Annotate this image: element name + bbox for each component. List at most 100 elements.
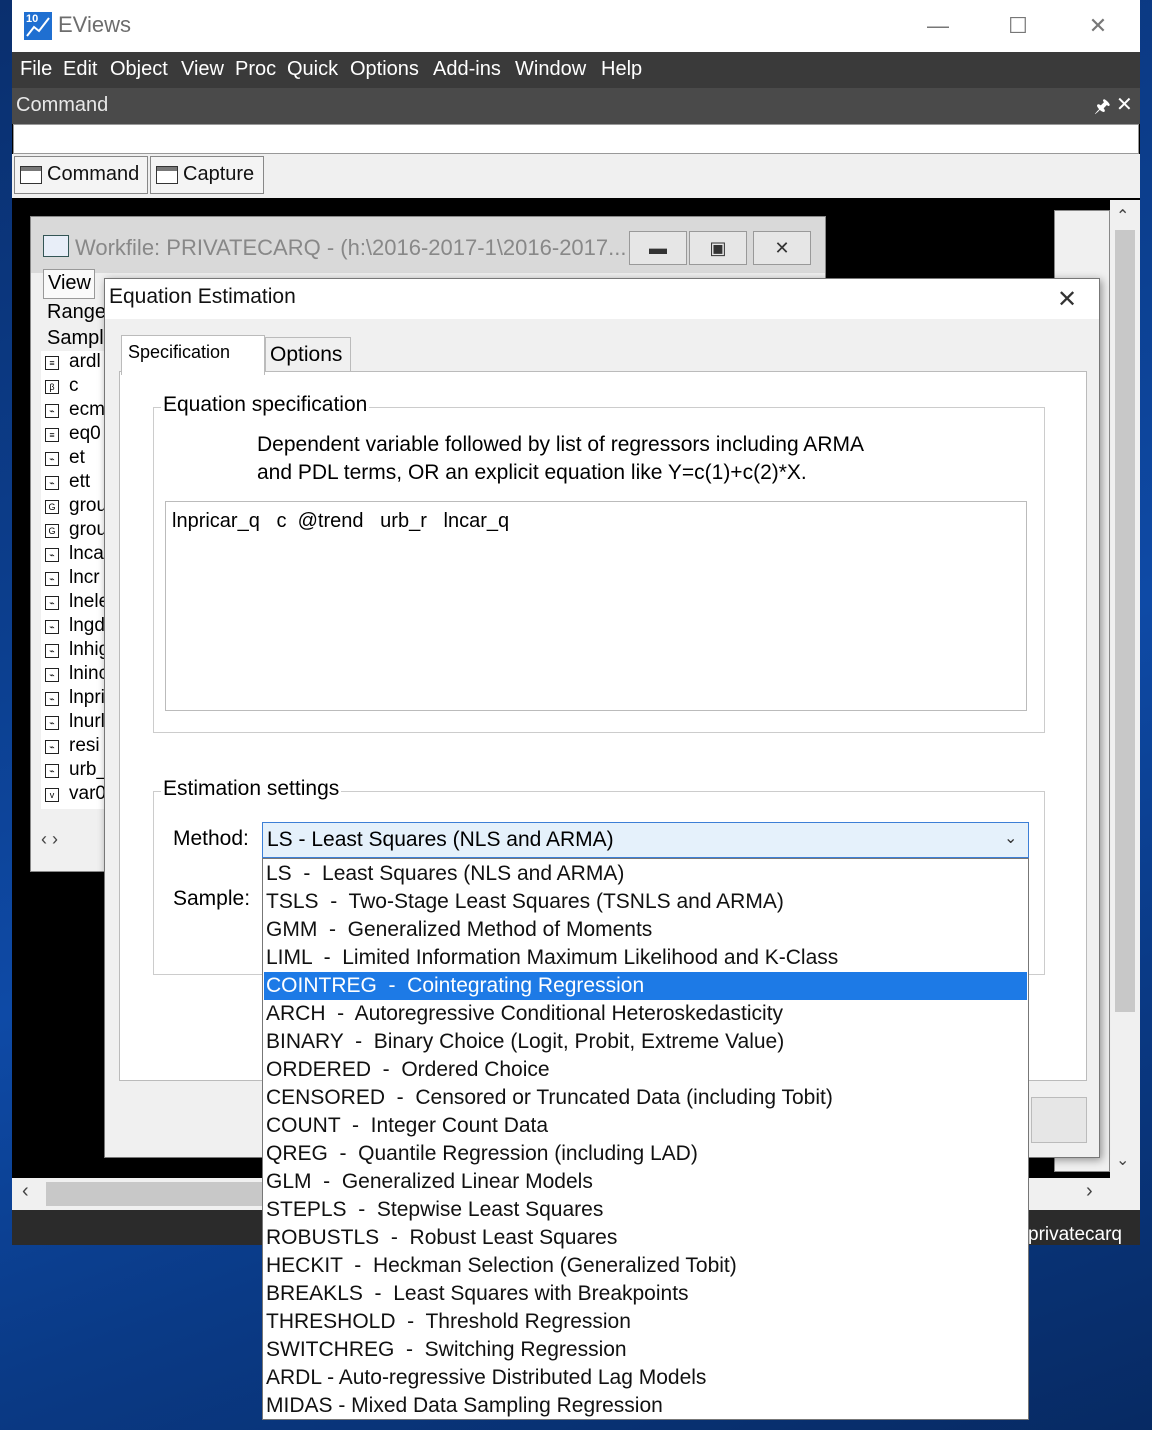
workfile-object-item[interactable]: ≡ eq0 [45, 423, 111, 447]
method-option[interactable]: ARCH - Autoregressive Conditional Hetero… [264, 1000, 1027, 1028]
workfile-object-item[interactable]: ⌁ ecm [45, 399, 111, 423]
workfile-object-item[interactable]: Ggrou [45, 495, 111, 519]
equation-icon: ≡ [45, 356, 59, 370]
workfile-object-item[interactable]: ⌁ lnele [45, 591, 111, 615]
workfile-object-item[interactable]: v var0 [45, 783, 111, 807]
workfile-object-item[interactable]: ⌁ lnurl [45, 711, 111, 735]
workfile-object-item[interactable]: Ggrou [45, 519, 111, 543]
workfile-object-list: ≡ ardl β c ⌁ ecm ≡ eq0 ⌁ et ⌁ ett Ggrou Ggrou ⌁ lnca ⌁ ln… [41, 351, 111, 809]
workfile-object-label: var0 [69, 783, 106, 804]
workfile-object-label: eq0 [69, 423, 101, 444]
series-icon: ⌁ [45, 548, 59, 562]
workfile-object-item[interactable]: ⌁ lninc [45, 663, 111, 687]
workfile-object-item[interactable]: ≡ ardl [45, 351, 111, 375]
equation-spec-legend: Equation specification [161, 393, 370, 417]
series-icon: ⌁ [45, 476, 59, 490]
workfile-close-button[interactable]: ✕ [753, 231, 811, 265]
menu-help[interactable]: Help [601, 58, 642, 81]
menu-view[interactable]: View [181, 58, 224, 81]
workfile-object-item[interactable]: ⌁ lnca [45, 543, 111, 567]
method-option[interactable]: HECKIT - Heckman Selection (Generalized … [264, 1252, 1027, 1280]
workfile-object-item[interactable]: ⌁ et [45, 447, 111, 471]
workfile-maximize-button[interactable]: ▣ [689, 231, 747, 265]
method-select[interactable]: LS - Least Squares (NLS and ARMA) [262, 822, 1029, 858]
series-icon: ⌁ [45, 668, 59, 682]
menu-addins[interactable]: Add-ins [433, 58, 501, 81]
method-option[interactable]: MIDAS - Mixed Data Sampling Regression [264, 1392, 1027, 1420]
workfile-object-item[interactable]: ⌁ lnpri [45, 687, 111, 711]
method-option[interactable]: CENSORED - Censored or Truncated Data (i… [264, 1084, 1027, 1112]
workfile-object-item[interactable]: ⌁ resi [45, 735, 111, 759]
scroll-right-icon[interactable]: › [1086, 1180, 1093, 1203]
workfile-object-label: et [69, 447, 85, 468]
tab-options[interactable]: Options [265, 337, 351, 371]
series-icon: ⌁ [45, 764, 59, 778]
workfile-object-item[interactable]: βc [45, 375, 111, 399]
pin-icon[interactable]: 🖈 [1094, 94, 1111, 124]
dialog-close-button[interactable]: ✕ [1057, 285, 1077, 314]
workfile-object-label: lngd [69, 615, 105, 636]
dialog-footer-button[interactable] [1031, 1097, 1087, 1143]
maximize-button[interactable]: ☐ [998, 10, 1038, 42]
method-option[interactable]: GMM - Generalized Method of Moments [264, 916, 1027, 944]
scroll-down-icon[interactable]: ⌄ [1116, 1150, 1129, 1170]
method-option[interactable]: GLM - Generalized Linear Models [264, 1168, 1027, 1196]
method-option[interactable]: ARDL - Auto-regressive Distributed Lag M… [264, 1364, 1027, 1392]
scroll-up-icon[interactable]: ⌃ [1116, 206, 1129, 226]
workfile-title: Workfile: PRIVATECARQ - (h:\2016-2017-1\… [75, 235, 627, 260]
equation-help-line-1: Dependent variable followed by list of r… [257, 433, 864, 456]
estimation-settings-legend: Estimation settings [161, 777, 342, 801]
chevron-down-icon[interactable]: ⌄ [1004, 828, 1017, 848]
method-option[interactable]: LIML - Limited Information Maximum Likel… [264, 944, 1027, 972]
scroll-left-icon[interactable]: ‹ [22, 1180, 29, 1203]
menu-bar: File Edit Object View Proc Quick Options… [12, 52, 1140, 88]
menu-quick[interactable]: Quick [287, 58, 338, 81]
method-option[interactable]: BINARY - Binary Choice (Logit, Probit, E… [264, 1028, 1027, 1056]
workfile-object-label: urb_ [69, 759, 108, 780]
workfile-object-item[interactable]: ⌁ urb_ [45, 759, 111, 783]
command-pane-header: Command 🖈 ✕ [12, 88, 1140, 124]
method-option[interactable]: THRESHOLD - Threshold Regression [264, 1308, 1027, 1336]
command-input[interactable] [13, 124, 1139, 154]
equation-icon: ≡ [45, 428, 59, 442]
menu-object[interactable]: Object [110, 58, 168, 81]
method-label: Method: [173, 827, 249, 850]
workfile-object-label: lnca [69, 543, 104, 564]
method-option[interactable]: QREG - Quantile Regression (including LA… [264, 1140, 1027, 1168]
menu-file[interactable]: File [20, 58, 52, 81]
title-bar: 10 EViews — ☐ ✕ [12, 0, 1140, 52]
tab-capture[interactable]: Capture [150, 156, 264, 194]
method-option[interactable]: COINTREG - Cointegrating Regression [264, 972, 1027, 1000]
series-icon: ⌁ [45, 716, 59, 730]
tab-specification[interactable]: Specification [121, 335, 265, 375]
workfile-object-item[interactable]: ⌁ ett [45, 471, 111, 495]
tab-command[interactable]: Command [14, 156, 148, 194]
status-workfile-name: privatecarq [1028, 1224, 1122, 1245]
method-option[interactable]: ORDERED - Ordered Choice [264, 1056, 1027, 1084]
workfile-view-button[interactable]: View [43, 269, 95, 299]
method-option[interactable]: STEPLS - Stepwise Least Squares [264, 1196, 1027, 1224]
command-close-icon[interactable]: ✕ [1116, 92, 1133, 117]
workfile-object-item[interactable]: ⌁ lngd [45, 615, 111, 639]
workfile-object-label: grou [69, 519, 108, 540]
workfile-object-item[interactable]: ⌁ lnhig [45, 639, 111, 663]
method-option[interactable]: BREAKLS - Least Squares with Breakpoints [264, 1280, 1027, 1308]
menu-window[interactable]: Window [515, 58, 586, 81]
menu-edit[interactable]: Edit [63, 58, 97, 81]
menu-proc[interactable]: Proc [235, 58, 276, 81]
series-icon: ⌁ [45, 404, 59, 418]
close-button[interactable]: ✕ [1078, 10, 1118, 42]
method-option[interactable]: COUNT - Integer Count Data [264, 1112, 1027, 1140]
equation-input[interactable]: lnpricar_q c @trend urb_r lncar_q [165, 501, 1027, 711]
minimize-button[interactable]: — [918, 10, 958, 42]
workfile-object-item[interactable]: ⌁ lncr [45, 567, 111, 591]
method-option[interactable]: ROBUSTLS - Robust Least Squares [264, 1224, 1027, 1252]
method-option[interactable]: TSLS - Two-Stage Least Squares (TSNLS an… [264, 888, 1027, 916]
workfile-object-label: c [69, 375, 79, 396]
workfile-minimize-button[interactable]: ▬ [629, 231, 687, 265]
method-option[interactable]: LS - Least Squares (NLS and ARMA) [264, 860, 1027, 888]
command-window-icon [20, 166, 42, 184]
method-option[interactable]: SWITCHREG - Switching Regression [264, 1336, 1027, 1364]
menu-options[interactable]: Options [350, 58, 419, 81]
vertical-scrollbar-thumb[interactable] [1115, 230, 1135, 1012]
